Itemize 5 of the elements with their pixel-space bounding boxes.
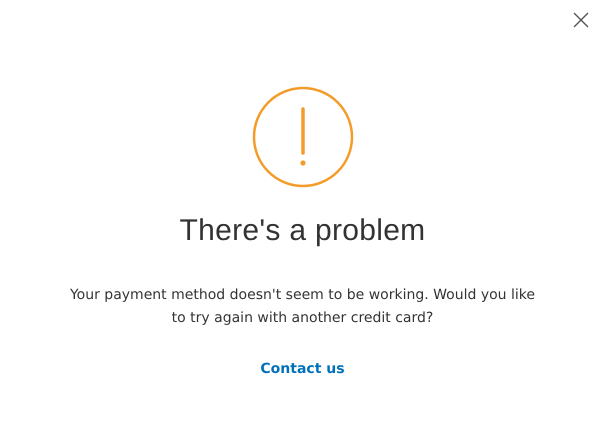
message-text: Your payment method doesn't seem to be working. Would you like to try again with another credit card? bbox=[68, 286, 536, 328]
dialog-title: There's a problem bbox=[180, 214, 426, 248]
contact-link[interactable]: Contact us bbox=[260, 361, 345, 377]
close-icon[interactable] bbox=[573, 12, 589, 28]
exclamation-icon bbox=[252, 86, 354, 188]
